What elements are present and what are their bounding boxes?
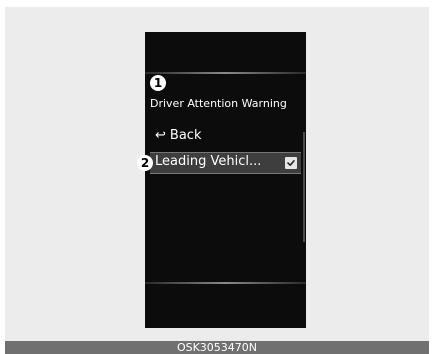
screen-title: Driver Attention Warning [150, 97, 287, 110]
back-label: Back [169, 128, 202, 143]
menu-item-label: Leading Vehicl... [155, 154, 262, 169]
back-button[interactable]: ↩ Back [155, 128, 201, 143]
checkbox-checked-icon[interactable] [285, 157, 297, 169]
divider-bottom [145, 282, 306, 284]
divider-top [145, 72, 306, 74]
callout-2-marker: 2 [137, 155, 153, 171]
back-arrow-icon: ↩ [155, 128, 166, 143]
menu-item-leading-vehicle[interactable]: Leading Vehicl... [150, 152, 301, 174]
cluster-display: 1 Driver Attention Warning ↩ Back Leadin… [145, 32, 306, 328]
figure-panel: 1 Driver Attention Warning ↩ Back Leadin… [5, 7, 429, 341]
scrollbar[interactable] [303, 132, 305, 242]
callout-1-marker: 1 [150, 75, 166, 91]
figure-code-caption: OSK3053470N [5, 341, 429, 354]
